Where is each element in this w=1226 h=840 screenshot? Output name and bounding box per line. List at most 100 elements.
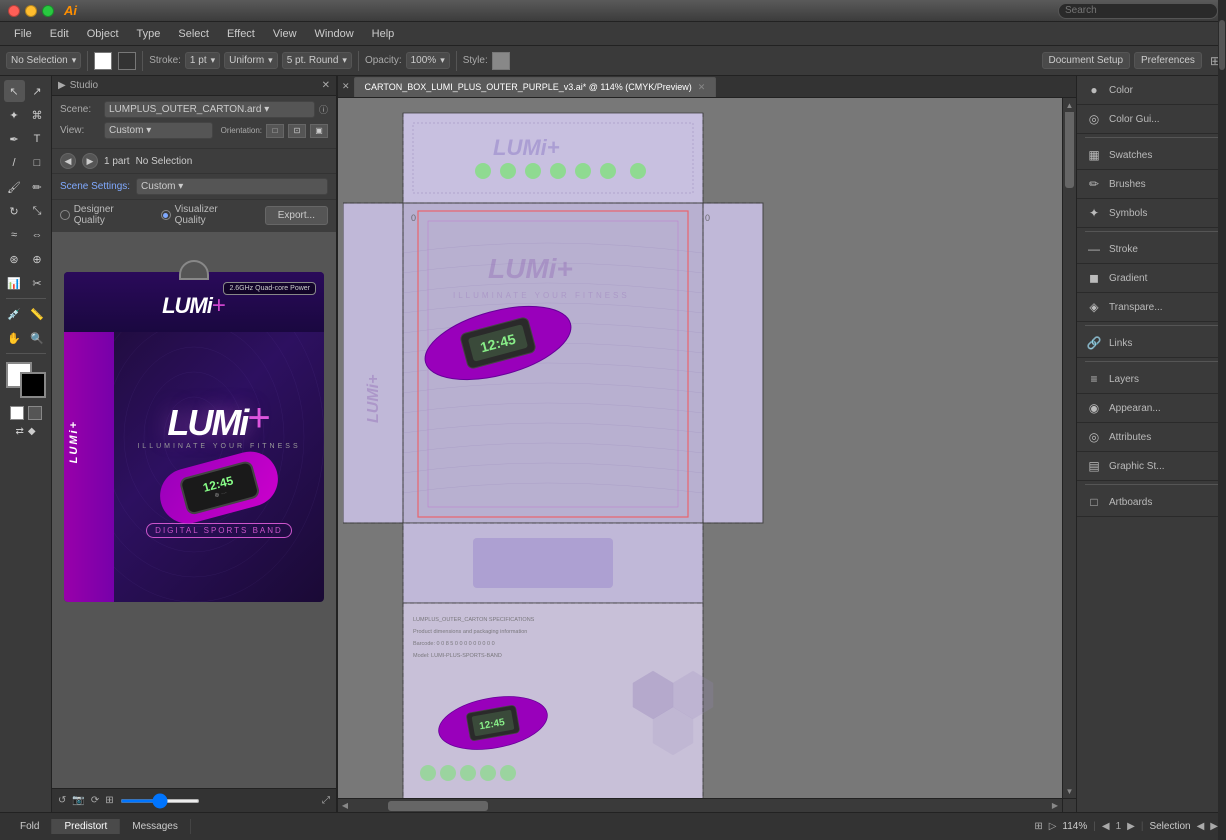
status-next-btn[interactable]: ▶: [1210, 821, 1218, 832]
menu-effect[interactable]: Effect: [219, 26, 263, 42]
panel-item-graphic-styles[interactable]: ▤ Graphic St...: [1077, 452, 1226, 481]
scroll-right-btn[interactable]: ▶: [1048, 799, 1062, 812]
type-tool[interactable]: T: [27, 128, 48, 150]
opacity-dropdown[interactable]: 100%: [406, 52, 450, 69]
stroke-value-dropdown[interactable]: 1 pt: [185, 52, 220, 69]
measure-tool[interactable]: 📏: [27, 303, 48, 325]
panel-item-links[interactable]: 🔗 Links: [1077, 329, 1226, 358]
right-panel-scroll-handle[interactable]: [1219, 20, 1225, 70]
visualizer-quality-radio[interactable]: Visualizer Quality: [161, 204, 249, 226]
lasso-tool[interactable]: ⌘: [27, 104, 48, 126]
menu-type[interactable]: Type: [129, 26, 169, 42]
line-type-dropdown[interactable]: Uniform: [224, 52, 278, 69]
preview-mode-icon[interactable]: [28, 406, 42, 420]
panel-item-gradient[interactable]: ◼ Gradient: [1077, 264, 1226, 293]
zoom-tool[interactable]: 🔍: [27, 327, 48, 349]
slice-tool[interactable]: ✂: [27, 272, 48, 294]
export-button[interactable]: Export...: [265, 206, 328, 225]
artboard-prev-btn[interactable]: ◀: [1102, 821, 1110, 832]
panel-item-stroke[interactable]: — Stroke: [1077, 235, 1226, 264]
horizontal-scrollbar[interactable]: ◀ ▶: [338, 798, 1062, 812]
line-tool[interactable]: /: [4, 152, 25, 174]
horizontal-scroll-handle[interactable]: [388, 801, 488, 811]
designer-quality-radio[interactable]: Designer Quality: [60, 204, 145, 226]
background-color[interactable]: [20, 372, 46, 398]
rotate-tool[interactable]: ↻: [4, 200, 25, 222]
scene-select[interactable]: LUMPLUS_OUTER_CARTON.ard: [104, 101, 315, 118]
scale-tool[interactable]: ⤡: [27, 200, 48, 222]
fold-tab[interactable]: Fold: [8, 819, 52, 834]
default-colors-icon[interactable]: ◆: [28, 426, 36, 437]
select-tool[interactable]: ↖: [4, 80, 25, 102]
rect-tool[interactable]: □: [27, 152, 48, 174]
menu-help[interactable]: Help: [364, 26, 403, 42]
menu-window[interactable]: Window: [307, 26, 362, 42]
pen-tool[interactable]: ✒: [4, 128, 25, 150]
studio-rotate-icon[interactable]: ⟳: [91, 795, 99, 806]
studio-camera-icon[interactable]: 📷: [72, 795, 84, 806]
scroll-down-btn[interactable]: ▼: [1063, 784, 1076, 798]
menu-select[interactable]: Select: [170, 26, 217, 42]
predistort-tab[interactable]: Predistort: [52, 819, 120, 834]
studio-collapse-icon[interactable]: ▶: [58, 80, 66, 91]
panel-item-layers[interactable]: ≡ Layers: [1077, 365, 1226, 394]
panel-item-transparency[interactable]: ◈ Transpare...: [1077, 293, 1226, 322]
panel-item-brushes[interactable]: ✏ Brushes: [1077, 170, 1226, 199]
studio-refresh-icon[interactable]: ↺: [58, 795, 66, 806]
scene-info-icon[interactable]: ⓘ: [319, 103, 328, 116]
brush-dropdown[interactable]: 5 pt. Round: [282, 52, 352, 69]
column-graph-tool[interactable]: 📊: [4, 272, 25, 294]
scene-settings-select[interactable]: Custom: [136, 178, 328, 195]
close-button[interactable]: [8, 5, 20, 17]
scroll-up-btn[interactable]: ▲: [1063, 98, 1076, 112]
maximize-button[interactable]: [42, 5, 54, 17]
menu-file[interactable]: File: [6, 26, 40, 42]
paintbrush-tool[interactable]: 🖌: [4, 176, 25, 198]
blend-tool[interactable]: ⊛: [4, 248, 25, 270]
zoom-level[interactable]: 114%: [1062, 821, 1087, 832]
scene-settings-link[interactable]: Scene Settings:: [60, 181, 130, 192]
part-prev-btn[interactable]: ◀: [60, 153, 76, 169]
ai-tab-close-btn[interactable]: ✕: [698, 82, 706, 93]
warp-tool[interactable]: ≈: [4, 224, 25, 246]
minimize-button[interactable]: [25, 5, 37, 17]
ai-document-tab[interactable]: CARTON_BOX_LUMI_PLUS_OUTER_PURPLE_v3.ai*…: [354, 77, 717, 97]
direct-select-tool[interactable]: ↗: [27, 80, 48, 102]
studio-grid-icon[interactable]: ⊞: [105, 795, 113, 806]
menu-view[interactable]: View: [265, 26, 305, 42]
status-prev-btn[interactable]: ◀: [1197, 821, 1205, 832]
artboard-next-btn[interactable]: ▶: [1127, 821, 1135, 832]
ai-canvas-area[interactable]: LUMi+: [338, 98, 1076, 812]
right-panel-scrollbar[interactable]: [1218, 0, 1226, 840]
studio-close-icon[interactable]: ✕: [322, 80, 330, 91]
vertical-scroll-handle[interactable]: [1065, 108, 1074, 188]
scroll-left-btn[interactable]: ◀: [338, 799, 352, 812]
switch-colors-icon[interactable]: ⇄: [15, 426, 23, 437]
width-tool[interactable]: ⇔: [27, 224, 48, 246]
normal-mode-icon[interactable]: [10, 406, 24, 420]
stroke-mode-swatch[interactable]: [118, 52, 136, 70]
fill-color-swatch[interactable]: [94, 52, 112, 70]
preferences-btn[interactable]: Preferences: [1134, 52, 1202, 69]
orient-btn-1[interactable]: □: [266, 124, 284, 138]
panel-item-symbols[interactable]: ✦ Symbols: [1077, 199, 1226, 228]
hand-tool[interactable]: ✋: [4, 327, 25, 349]
orient-btn-3[interactable]: ▣: [310, 124, 328, 138]
panel-item-swatches[interactable]: ▦ Swatches: [1077, 141, 1226, 170]
tab-close-all-icon[interactable]: ✕: [342, 81, 350, 92]
panel-item-appearance[interactable]: ◉ Appearan...: [1077, 394, 1226, 423]
studio-zoom-slider[interactable]: [120, 799, 200, 803]
vertical-scrollbar[interactable]: ▲ ▼: [1062, 98, 1076, 798]
selection-mode-dropdown[interactable]: No Selection: [6, 52, 81, 69]
orient-btn-2[interactable]: ⊡: [288, 124, 306, 138]
menu-edit[interactable]: Edit: [42, 26, 77, 42]
style-swatch[interactable]: [492, 52, 510, 70]
panel-item-color-guide[interactable]: ◎ Color Gui...: [1077, 105, 1226, 134]
menu-object[interactable]: Object: [79, 26, 127, 42]
studio-fullscreen-icon[interactable]: ⤢: [322, 795, 330, 806]
panel-item-artboards[interactable]: □ Artboards: [1077, 488, 1226, 517]
magic-wand-tool[interactable]: ✦: [4, 104, 25, 126]
part-play-btn[interactable]: ▶: [82, 153, 98, 169]
document-setup-btn[interactable]: Document Setup: [1042, 52, 1131, 69]
symbol-sprayer-tool[interactable]: ⊕: [27, 248, 48, 270]
